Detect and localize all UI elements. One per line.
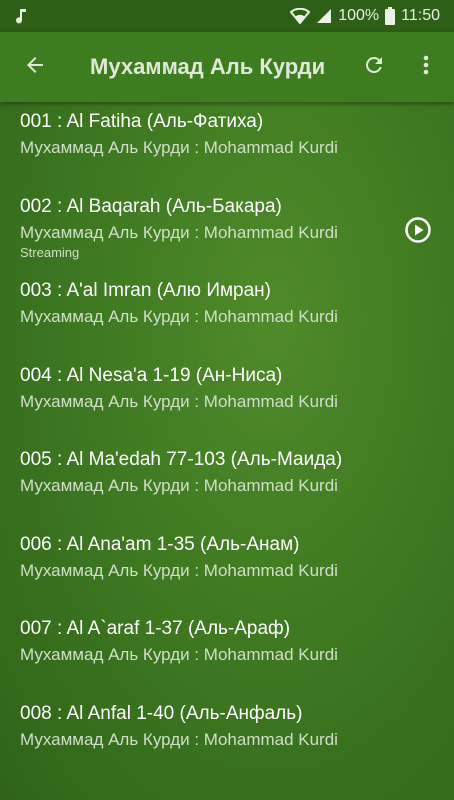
app-bar: Мухаммад Аль Курди — [0, 32, 454, 102]
page-title: Мухаммад Аль Курди — [90, 54, 326, 79]
play-button[interactable] — [404, 216, 432, 244]
wifi-icon — [290, 8, 311, 24]
list-item[interactable]: 002 : Al Baqarah (Аль-Бакара) Мухаммад А… — [0, 187, 454, 272]
back-button[interactable] — [0, 32, 70, 102]
streaming-status: Streaming — [20, 244, 80, 260]
list-item[interactable]: 007 : Al A`araf 1-37 (Аль-Араф) Мухаммад… — [0, 609, 454, 694]
clock: 11:50 — [401, 7, 440, 24]
track-list: 001 : Al Fatiha (Аль-Фатиха) Мухаммад Ал… — [0, 102, 454, 778]
battery-icon — [385, 7, 396, 25]
list-item[interactable]: 008 : Al Anfal 1-40 (Аль-Анфаль) Мухамма… — [0, 694, 454, 779]
track-title: 003 : A'al Imran (Алю Имран) — [20, 280, 271, 301]
track-artist: Мухаммад Аль Курди : Mohammad Kurdi — [20, 138, 338, 157]
arrow-back-icon — [23, 53, 47, 82]
track-artist: Мухаммад Аль Курди : Mohammad Kurdi — [20, 307, 338, 326]
battery-percent: 100% — [338, 7, 380, 24]
track-title: 008 : Al Anfal 1-40 (Аль-Анфаль) — [20, 702, 303, 724]
track-title: 006 : Al Ana'am 1-35 (Аль-Анам) — [20, 533, 300, 555]
track-artist: Мухаммад Аль Курди : Mohammad Kurdi — [20, 645, 338, 664]
track-artist: Мухаммад Аль Курди : Mohammad Kurdi — [20, 476, 338, 495]
track-title: 007 : Al A`araf 1-37 (Аль-Араф) — [20, 618, 291, 639]
track-artist: Мухаммад Аль Курди : Mohammad Kurdi — [20, 560, 338, 580]
track-title: 004 : Al Nesa'a 1-19 (Ан-Ниса) — [20, 364, 283, 386]
signal-icon — [316, 8, 332, 24]
status-bar: 100% 11:50 — [0, 0, 454, 32]
music-note-icon — [14, 8, 28, 24]
refresh-icon — [362, 53, 386, 82]
list-item[interactable]: 006 : Al Ana'am 1-35 (Аль-Анам) Мухаммад… — [0, 525, 454, 610]
play-circle-icon — [404, 217, 432, 248]
track-artist: Мухаммад Аль Курди : Mohammad Kurdi — [20, 222, 338, 242]
list-item[interactable]: 004 : Al Nesa'a 1-19 (Ан-Ниса) Мухаммад … — [0, 356, 454, 441]
list-item[interactable]: 005 : Al Ma'edah 77-103 (Аль-Маида) Муха… — [0, 440, 454, 525]
track-artist: Мухаммад Аль Курди : Mohammad Kurdi — [20, 729, 338, 749]
track-title: 001 : Al Fatiha (Аль-Фатиха) — [20, 111, 264, 132]
overflow-menu-button[interactable] — [408, 32, 444, 102]
list-item[interactable]: 003 : A'al Imran (Алю Имран) Мухаммад Ал… — [0, 271, 454, 356]
more-vert-icon — [422, 53, 430, 82]
track-title: 002 : Al Baqarah (Аль-Бакара) — [20, 195, 282, 217]
track-title: 005 : Al Ma'edah 77-103 (Аль-Маида) — [20, 449, 343, 470]
track-artist: Мухаммад Аль Курди : Mohammad Kurdi — [20, 391, 338, 411]
refresh-button[interactable] — [352, 32, 396, 102]
list-item[interactable]: 001 : Al Fatiha (Аль-Фатиха) Мухаммад Ал… — [0, 102, 454, 187]
